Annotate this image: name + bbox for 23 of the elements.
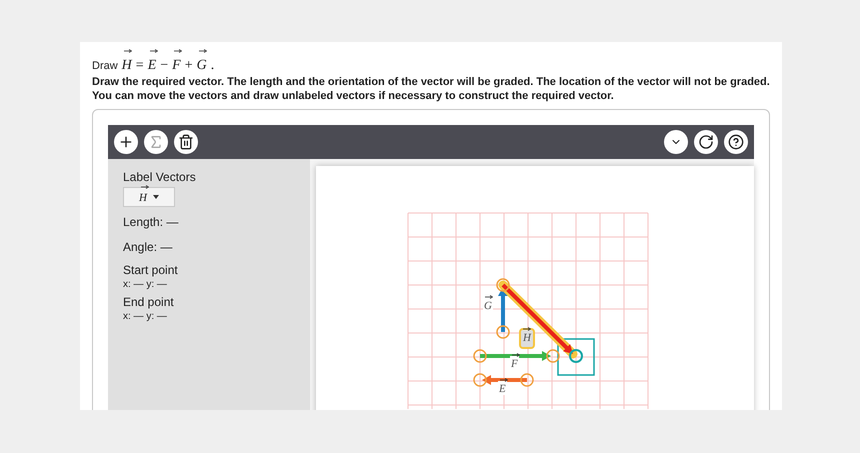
panel-heading: End point <box>123 295 175 309</box>
label-dropdown[interactable]: H <box>123 187 175 207</box>
coordinates-text: x: — y: — <box>123 278 168 292</box>
vector-label: F <box>510 356 519 370</box>
vector-label: H <box>519 328 535 349</box>
math-symbol: + <box>184 57 193 75</box>
vector-symbol: E <box>148 52 156 76</box>
panel-heading: Start point <box>123 263 179 277</box>
panel-heading: Label Vectors <box>123 169 197 186</box>
angle-text: Angle: — <box>123 239 174 256</box>
length-text: Length: — <box>123 214 180 231</box>
instructions-text: Draw the required vector. The length and the orientation of the vector will be graded. The location of the vector will not be graded. You can move the vectors and draw unlabeled vectors if necessary to construct the required vector. <box>92 75 770 103</box>
coordinates-text: x: — y: — <box>123 310 168 324</box>
vector-label: E <box>498 381 507 395</box>
math-symbol: = <box>136 57 144 75</box>
vector-symbol: G <box>196 52 207 76</box>
vector-label: G <box>483 298 493 312</box>
vector-symbol: F <box>172 52 181 76</box>
vector-symbol: H <box>122 52 132 76</box>
prompt-text: Draw <box>92 59 118 74</box>
math-symbol: . <box>210 57 214 75</box>
drawing-canvas[interactable]: G H F E <box>316 166 754 410</box>
math-symbol: − <box>160 57 168 75</box>
